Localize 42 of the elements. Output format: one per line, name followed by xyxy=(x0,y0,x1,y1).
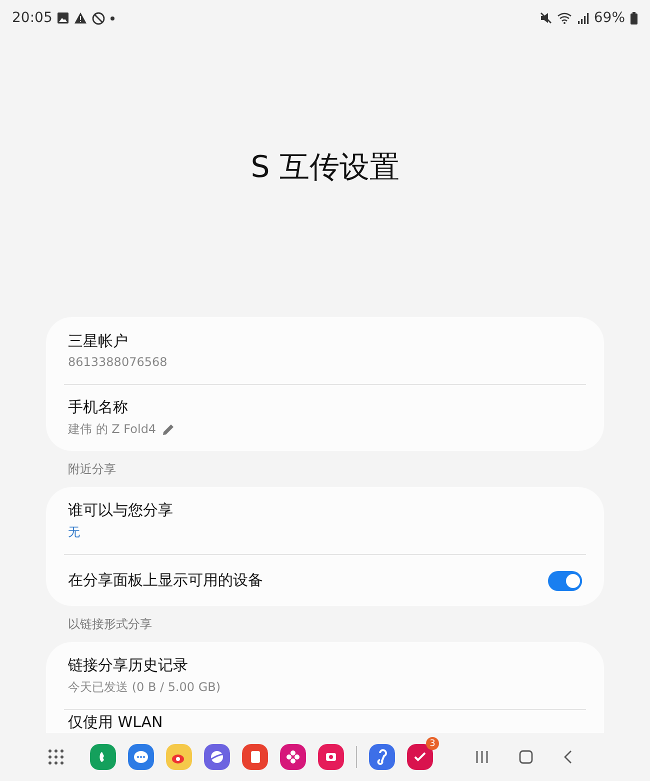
back-icon[interactable] xyxy=(563,750,573,764)
setting-item[interactable]: 手机名称 建伟 的 Z Fold4 xyxy=(64,384,586,451)
image-icon xyxy=(57,12,70,24)
app-icon[interactable] xyxy=(128,744,154,770)
home-icon[interactable] xyxy=(519,750,533,764)
warning-icon xyxy=(74,12,88,24)
app-icon[interactable] xyxy=(204,744,230,770)
wifi-icon xyxy=(556,12,572,24)
app-grid-icon[interactable] xyxy=(48,749,64,765)
app-icon[interactable] xyxy=(242,744,268,770)
app-icon[interactable] xyxy=(369,744,395,770)
setting-item[interactable]: 链接分享历史记录 今天已发送 (0 B / 5.00 GB) xyxy=(64,642,586,709)
section-header: 以链接形式分享 xyxy=(68,616,152,632)
setting-summary: 无 xyxy=(68,524,80,540)
mute-icon xyxy=(540,12,552,24)
pencil-icon[interactable] xyxy=(162,423,176,436)
recents-icon[interactable] xyxy=(475,750,489,764)
setting-title: 在分享面板上显示可用的设备 xyxy=(68,571,264,590)
setting-title: 链接分享历史记录 xyxy=(68,656,189,674)
setting-title: 谁可以与您分享 xyxy=(68,500,174,520)
app-icon[interactable] xyxy=(90,744,116,770)
app-icon[interactable] xyxy=(280,744,306,770)
setting-summary: 今天已发送 (0 B / 5.00 GB) xyxy=(68,678,221,696)
page-title: S 互传设置 xyxy=(250,149,400,187)
toggle-switch[interactable] xyxy=(548,570,582,590)
blocked-icon xyxy=(92,12,106,24)
battery-icon xyxy=(630,12,638,24)
notification-badge: 3 xyxy=(426,737,439,750)
setting-item[interactable]: 谁可以与您分享 无 xyxy=(64,487,586,554)
setting-summary: 8613388076568 xyxy=(68,355,168,369)
app-icon[interactable] xyxy=(318,744,344,770)
dot-icon xyxy=(110,16,116,20)
setting-title: 手机名称 xyxy=(68,398,129,417)
clock: 20:05 xyxy=(12,10,52,26)
section-header: 附近分享 xyxy=(68,460,116,478)
setting-summary: 建伟 的 Z Fold4 xyxy=(68,421,156,438)
setting-item[interactable]: 三星帐户 8613388076568 xyxy=(64,317,586,384)
setting-title: 仅使用 WLAN xyxy=(68,713,164,732)
app-icon[interactable] xyxy=(166,744,192,770)
battery-percentage: 69% xyxy=(594,10,625,26)
setting-title: 三星帐户 xyxy=(68,332,129,351)
signal-icon xyxy=(576,12,589,24)
